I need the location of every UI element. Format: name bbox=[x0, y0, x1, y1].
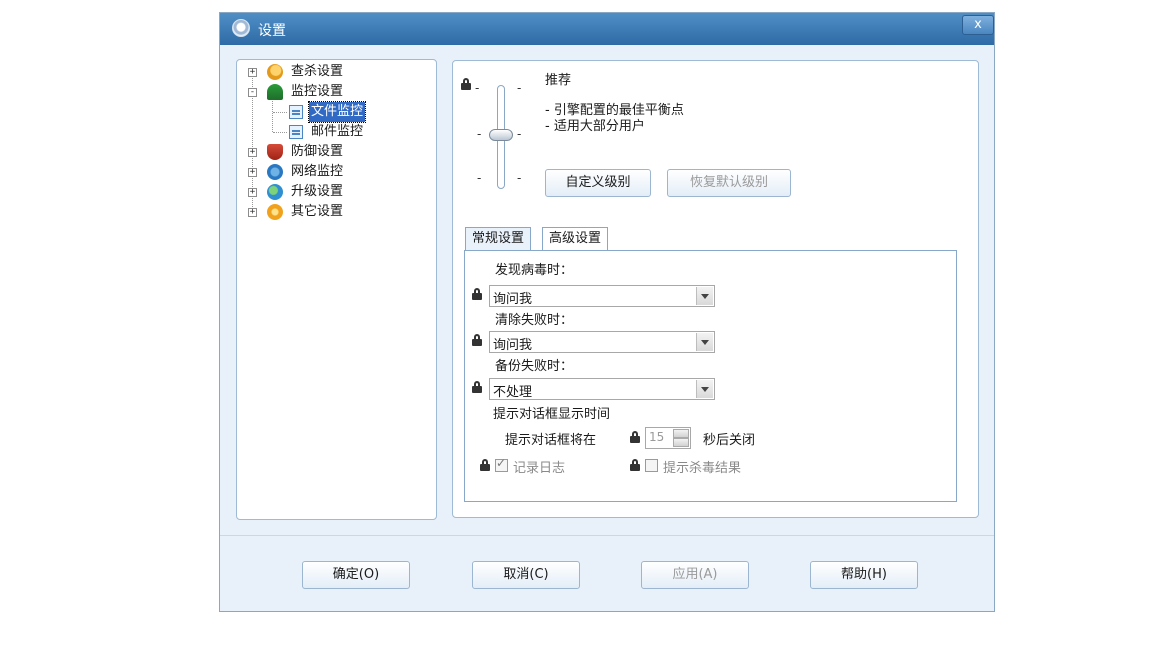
shield-icon bbox=[267, 144, 283, 160]
title-bar: 设置 x bbox=[220, 13, 994, 45]
expand-icon[interactable]: + bbox=[248, 208, 257, 217]
globe-update-icon bbox=[267, 184, 283, 200]
mail-monitor-icon bbox=[289, 125, 303, 139]
tree-item-label: 邮件监控 bbox=[311, 124, 364, 139]
lock-icon[interactable] bbox=[461, 78, 471, 90]
slider-tick: - bbox=[517, 171, 522, 185]
collapse-icon[interactable]: - bbox=[248, 88, 257, 97]
tree-connector bbox=[273, 132, 287, 133]
virus-found-value: 询问我 bbox=[493, 292, 533, 307]
slider-tick: - bbox=[477, 127, 482, 141]
dialog-seconds-stepper[interactable]: 15 bbox=[645, 427, 691, 449]
level-title: 推荐 bbox=[545, 73, 572, 88]
expand-icon[interactable]: + bbox=[248, 168, 257, 177]
result-label: 提示杀毒结果 bbox=[663, 461, 742, 476]
clean-fail-label: 清除失败时： bbox=[495, 313, 574, 328]
cancel-button[interactable]: 取消(C) bbox=[472, 561, 580, 589]
close-button[interactable]: x bbox=[962, 15, 994, 35]
backup-fail-value: 不处理 bbox=[493, 385, 533, 400]
slider-tick: - bbox=[517, 127, 522, 141]
tab-general[interactable]: 常规设置 bbox=[465, 227, 532, 251]
spin-up-icon[interactable] bbox=[673, 429, 689, 438]
lock-icon[interactable] bbox=[630, 431, 640, 443]
virus-found-label: 发现病毒时： bbox=[495, 263, 574, 278]
expand-icon[interactable]: + bbox=[248, 148, 257, 157]
tree-item-label: 网络监控 bbox=[291, 164, 344, 179]
lock-icon[interactable] bbox=[480, 459, 490, 471]
lock-icon[interactable] bbox=[630, 459, 640, 471]
slider-tick: - bbox=[475, 81, 480, 95]
dialog-prefix-label: 提示对话框将在 bbox=[505, 433, 597, 448]
expand-icon[interactable]: + bbox=[248, 68, 257, 77]
tree-item-label: 防御设置 bbox=[291, 144, 344, 159]
app-icon bbox=[232, 19, 250, 37]
lock-icon[interactable] bbox=[472, 334, 482, 346]
backup-fail-select[interactable]: 不处理 bbox=[489, 378, 715, 400]
chevron-down-icon[interactable] bbox=[696, 380, 713, 398]
spin-down-icon[interactable] bbox=[673, 438, 689, 447]
file-monitor-icon bbox=[289, 105, 303, 119]
result-checkbox[interactable] bbox=[645, 459, 658, 472]
level-desc-2: - 适用大部分用户 bbox=[545, 119, 645, 134]
clean-fail-select[interactable]: 询问我 bbox=[489, 331, 715, 353]
backup-fail-label: 备份失败时： bbox=[495, 359, 574, 374]
chevron-down-icon[interactable] bbox=[696, 287, 713, 305]
gear-icon bbox=[267, 204, 283, 220]
network-icon bbox=[267, 164, 283, 180]
custom-level-button[interactable]: 自定义级别 bbox=[545, 169, 651, 197]
log-checkbox[interactable] bbox=[495, 456, 508, 472]
ok-button[interactable]: 确定(O) bbox=[302, 561, 410, 589]
tree-connector bbox=[273, 112, 287, 113]
level-slider-thumb[interactable] bbox=[489, 129, 513, 141]
help-button[interactable]: 帮助(H) bbox=[810, 561, 918, 589]
tree-item-label: 文件监控 bbox=[307, 101, 367, 123]
umbrella-icon bbox=[267, 84, 283, 100]
log-label: 记录日志 bbox=[513, 461, 566, 476]
lock-icon[interactable] bbox=[472, 288, 482, 300]
clean-fail-value: 询问我 bbox=[493, 338, 533, 353]
scan-icon bbox=[267, 64, 283, 80]
lock-icon[interactable] bbox=[472, 381, 482, 393]
settings-panel: - - - - - - 推荐 - 引擎配置的最佳平衡点 - 适用大部分用户 自定… bbox=[452, 60, 979, 518]
dialog-seconds-value: 15 bbox=[649, 430, 665, 444]
slider-tick: - bbox=[517, 81, 522, 95]
window-title: 设置 bbox=[258, 23, 286, 39]
dialog-time-label: 提示对话框显示时间 bbox=[493, 407, 611, 422]
slider-tick: - bbox=[477, 171, 482, 185]
tree-item-label: 升级设置 bbox=[291, 184, 344, 199]
chevron-down-icon[interactable] bbox=[696, 333, 713, 351]
expand-icon[interactable]: + bbox=[248, 188, 257, 197]
settings-window: 设置 x + 查杀设置 - 监控设置 文件监控 邮件监控 + 防御设置 + 网络… bbox=[219, 12, 995, 612]
tree-connector bbox=[272, 96, 273, 132]
dialog-suffix-label: 秒后关闭 bbox=[703, 433, 756, 448]
apply-button[interactable]: 应用(A) bbox=[641, 561, 749, 589]
nav-tree: + 查杀设置 - 监控设置 文件监控 邮件监控 + 防御设置 + 网络监控 + … bbox=[236, 59, 437, 520]
restore-default-level-button[interactable]: 恢复默认级别 bbox=[667, 169, 791, 197]
tree-item-label: 查杀设置 bbox=[291, 64, 344, 79]
virus-found-select[interactable]: 询问我 bbox=[489, 285, 715, 307]
footer-divider bbox=[220, 535, 994, 536]
tab-advanced[interactable]: 高级设置 bbox=[542, 227, 609, 251]
tree-item-label: 其它设置 bbox=[291, 204, 344, 219]
tree-item-label: 监控设置 bbox=[291, 84, 344, 99]
